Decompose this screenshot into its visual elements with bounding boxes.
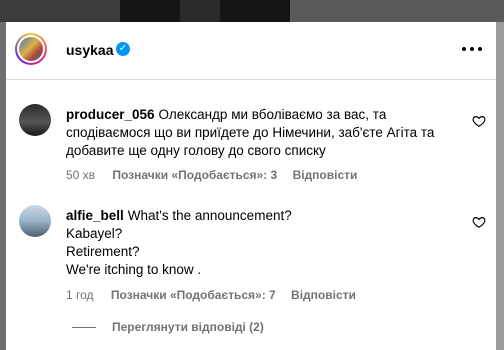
comment-meta: 1 год Позначки «Подобається»: 7 Відповіс… <box>66 288 356 302</box>
comment-line: alfie_bell What's the announcement? <box>66 207 466 225</box>
comment-likes[interactable]: Позначки «Подобається»: 3 <box>112 168 277 182</box>
author-username[interactable]: usykaa <box>66 42 113 58</box>
heart-icon[interactable] <box>472 114 486 128</box>
view-replies-label: Переглянути відповіді (2) <box>112 320 264 334</box>
avatar-photo <box>19 37 43 61</box>
commenter-avatar[interactable] <box>19 104 51 136</box>
background-region <box>0 0 120 22</box>
background-region <box>496 22 504 350</box>
dot <box>462 47 466 51</box>
verified-badge-icon: ✓ <box>116 42 130 56</box>
comment-username[interactable]: alfie_bell <box>66 208 124 223</box>
comment-body: alfie_bell What's the announcement? Kabay… <box>66 207 466 279</box>
dot <box>478 47 482 51</box>
author-avatar[interactable] <box>15 33 47 65</box>
replies-divider-line <box>72 327 96 329</box>
comment-time[interactable]: 50 хв <box>66 168 95 182</box>
comment-text: сподіваємося що ви приїдете до Німечини,… <box>66 125 435 140</box>
comment-meta: 50 хв Позначки «Подобається»: 3 Відповіс… <box>66 168 357 182</box>
comment-text: What's the announcement? <box>127 208 292 223</box>
comment-text: Олександр ми вболіваємо за вас, та <box>158 107 387 122</box>
comment-text: Retirement? <box>66 244 140 259</box>
comment-text: добавите ще одну голову до свого списку <box>66 143 326 158</box>
heart-icon[interactable] <box>472 215 486 229</box>
view-replies-button[interactable]: Переглянути відповіді (2) <box>72 320 264 336</box>
reply-button[interactable]: Відповісти <box>291 288 356 302</box>
commenter-avatar[interactable] <box>19 205 51 237</box>
comment-text: Kabayel? <box>66 226 123 241</box>
background-region <box>180 0 220 22</box>
comment-text: We're itching to know . <box>66 262 202 277</box>
comment-body: producer_056 Олександр ми вболіваємо за в… <box>66 106 466 160</box>
dot <box>470 47 474 51</box>
comment-likes[interactable]: Позначки «Подобається»: 7 <box>111 288 276 302</box>
comment-line: producer_056 Олександр ми вболіваємо за в… <box>66 106 466 124</box>
comment-username[interactable]: producer_056 <box>66 107 155 122</box>
more-options-icon[interactable] <box>460 39 484 59</box>
header-divider <box>6 79 496 80</box>
post-header: usykaa ✓ <box>6 22 496 79</box>
reply-button[interactable]: Відповісти <box>293 168 358 182</box>
avatar-ring-gap <box>17 35 45 63</box>
post-comments-panel: usykaa ✓ producer_056 Олександр ми вболів… <box>6 22 496 350</box>
background-region <box>290 0 504 22</box>
comment-time[interactable]: 1 год <box>66 288 94 302</box>
